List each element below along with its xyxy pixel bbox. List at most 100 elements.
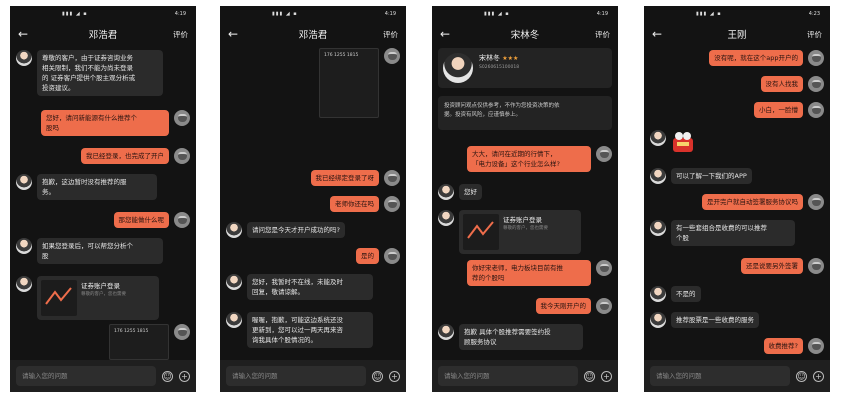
screenshot-message[interactable]: 176 1255 1815	[319, 48, 379, 118]
account-login-card[interactable]: 证券账户登录尊敬的客户，您也需要	[37, 276, 159, 320]
card-title: 证券账户登录	[81, 282, 120, 290]
advisor-avatar	[16, 238, 32, 254]
message-bubble: 我已经绑定登录了呀	[310, 170, 379, 186]
status-bar: ▮▮▮ ◢ ▪ 4:23	[696, 11, 820, 17]
message-bubble: 我已经登录，也完成了开户	[81, 148, 169, 164]
emoji-icon[interactable]: ☺	[162, 370, 173, 382]
chat-header: ← 邓浩君 评价	[220, 22, 406, 46]
evaluate-button[interactable]: 评价	[383, 29, 398, 40]
advisor-avatar	[16, 174, 32, 190]
emoji-icon[interactable]: ☺	[796, 370, 807, 382]
add-icon[interactable]: +	[601, 370, 612, 382]
message-bubble: 喔喔，抱歉，可能这边系统还没 更新到，您可以过一两天再来咨 询我具体个股情况的。	[247, 312, 373, 348]
page-title: 宋林冬	[510, 30, 540, 41]
user-avatar	[596, 298, 612, 314]
input-bar: 请输入您的问题 ☺ +	[220, 360, 406, 392]
message-bubble: 我今天刚开户的	[535, 298, 591, 314]
emoji-icon[interactable]: ☺	[372, 370, 383, 382]
back-arrow-icon[interactable]: ←	[228, 27, 238, 41]
user-avatar	[174, 324, 190, 340]
user-avatar	[384, 48, 400, 64]
message-bubble: 推荐股票是一些收费的服务	[671, 312, 759, 328]
evaluate-button[interactable]: 评价	[595, 29, 610, 40]
screenshot-message[interactable]: 176 1255 1815	[109, 324, 169, 360]
user-avatar	[808, 338, 824, 354]
login-thumbnail	[463, 214, 499, 250]
message-bubble: 有一些套组合是收费的可以推荐 个股	[671, 220, 795, 246]
chat-header: ← 王刚 评价	[644, 22, 830, 46]
message-bubble: 不是的	[671, 286, 701, 302]
user-avatar	[808, 194, 824, 210]
card-desc: 尊敬的客户，您也需要	[81, 292, 126, 297]
message-bubble: 大大，请问在近期的行情下， 「电力设备」这个行业怎么样?	[467, 146, 591, 172]
user-avatar	[596, 260, 612, 276]
message-bubble: 您好，我暂时不在线，未能及时 回复，敬请谅解。	[247, 274, 373, 300]
evaluate-button[interactable]: 评价	[173, 29, 188, 40]
advisor-avatar	[650, 130, 666, 146]
advisor-avatar	[16, 50, 32, 66]
disclaimer-notice: 投资顾问观点仅供参考，不作为您投资决策的依 据。投资有风险，应谨慎参上。	[438, 96, 612, 130]
advisor-avatar	[226, 312, 242, 328]
chat-header: ← 宋林冬 评价	[432, 22, 618, 46]
advisor-photo	[443, 53, 473, 83]
add-icon[interactable]: +	[389, 370, 400, 382]
card-title: 证券账户登录	[503, 216, 542, 224]
message-bubble: 老师你还在吗	[330, 196, 379, 212]
advisor-cert-id: S0260615100018	[479, 65, 520, 70]
user-avatar	[174, 148, 190, 164]
user-avatar	[808, 50, 824, 66]
message-bubble: 您好，请问新能源有什么推荐个 股吗	[41, 110, 169, 136]
message-input[interactable]: 请输入您的问题	[438, 366, 578, 386]
status-bar: ▮▮▮ ◢ ▪ 4:19	[272, 11, 396, 17]
input-bar: 请输入您的问题 ☺ +	[432, 360, 618, 392]
message-bubble: 您好	[459, 184, 482, 200]
user-avatar	[174, 212, 190, 228]
user-avatar	[808, 102, 824, 118]
evaluate-button[interactable]: 评价	[807, 29, 822, 40]
input-bar: 请输入您的问题 ☺ +	[10, 360, 196, 392]
message-bubble: 抱歉 具体个股推荐需要签约投 顾服务协议	[459, 324, 583, 350]
advisor-avatar	[650, 220, 666, 236]
user-avatar	[384, 170, 400, 186]
phone-screen-3: ▮▮▮ ◢ ▪ 4:19 ← 宋林冬 评价 宋林冬 ★★★ S02606151000…	[432, 6, 618, 392]
account-login-card[interactable]: 证券账户登录尊敬的客户，您也需要	[459, 210, 581, 254]
user-avatar	[174, 110, 190, 126]
login-thumbnail	[41, 280, 77, 316]
advisor-avatar	[650, 286, 666, 302]
message-bubble: 小白，一脸懵	[754, 102, 803, 118]
add-icon[interactable]: +	[179, 370, 190, 382]
message-bubble: 如果您登录后，可以帮您分析个股	[37, 238, 163, 264]
message-bubble: 是开完户就自动签署服务协议吗	[702, 194, 803, 210]
add-icon[interactable]: +	[813, 370, 824, 382]
message-bubble: 是的	[356, 248, 379, 264]
user-avatar	[384, 196, 400, 212]
user-avatar	[384, 248, 400, 264]
card-desc: 尊敬的客户，您也需要	[503, 226, 548, 231]
page-title: 王刚	[727, 30, 747, 41]
page-title: 邓浩君	[298, 30, 328, 41]
message-bubble: 尊敬的客户，由于证券咨询业务 相关限制，我们不能为尚未登录的 证券客户提供个股主观…	[37, 50, 163, 96]
back-arrow-icon[interactable]: ←	[440, 27, 450, 41]
page-title: 邓浩君	[88, 30, 118, 41]
message-bubble: 抱歉，这边暂时没有推荐的服 务。	[37, 174, 157, 200]
message-bubble: 还是说要另外签署	[741, 258, 803, 274]
message-bubble: 收费推荐?	[763, 338, 803, 354]
phone-screen-1: ▮▮▮ ◢ ▪ 4:19 ← 邓浩君 评价 尊敬的客户，由于证券咨询业务 相关限制，…	[10, 6, 196, 392]
advisor-profile-card[interactable]: 宋林冬 ★★★ S0260615100018	[438, 48, 612, 88]
advisor-avatar	[226, 274, 242, 290]
message-input[interactable]: 请输入您的问题	[16, 366, 156, 386]
star-rating: ★★★	[502, 55, 519, 62]
advisor-avatar	[16, 276, 32, 292]
status-bar: ▮▮▮ ◢ ▪ 4:19	[62, 11, 186, 17]
message-bubble: 请问您是今天才开户成功的吗?	[247, 222, 345, 238]
advisor-name: 宋林冬	[479, 54, 500, 62]
user-avatar	[808, 76, 824, 92]
sticker-image	[671, 130, 695, 152]
message-input[interactable]: 请输入您的问题	[226, 366, 366, 386]
back-arrow-icon[interactable]: ←	[18, 27, 28, 41]
back-arrow-icon[interactable]: ←	[652, 27, 662, 41]
message-bubble: 没有人找我	[760, 76, 803, 92]
message-input[interactable]: 请输入您的问题	[650, 366, 790, 386]
message-bubble: 可以了解一下我们的APP	[671, 168, 752, 184]
emoji-icon[interactable]: ☺	[584, 370, 595, 382]
